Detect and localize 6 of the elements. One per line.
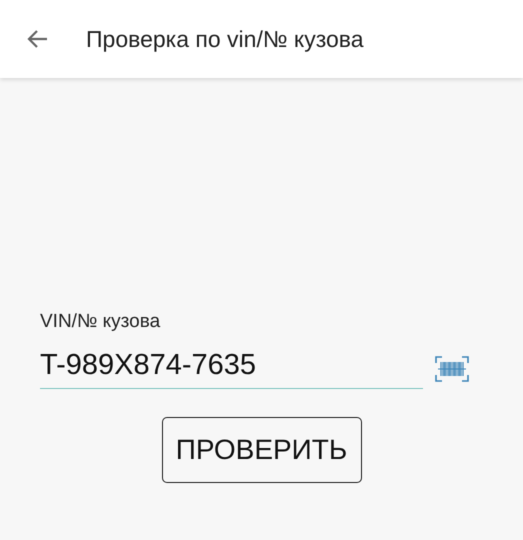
screen-title: Проверка по vin/№ кузова <box>86 26 364 52</box>
barcode-scan-icon <box>435 356 469 382</box>
scan-button[interactable] <box>435 356 469 382</box>
field-label: VIN/№ кузова <box>40 311 160 333</box>
vin-input-field[interactable]: T-989X874-7635 <box>40 349 423 389</box>
check-button[interactable]: ПРОВЕРИТЬ <box>162 417 362 483</box>
